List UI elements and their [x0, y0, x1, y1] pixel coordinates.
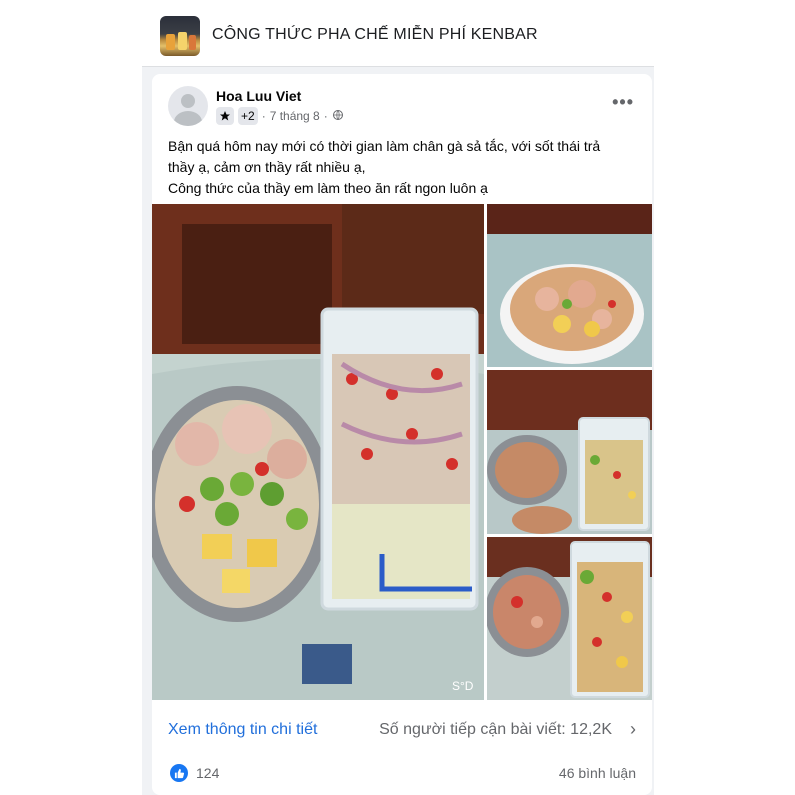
- details-link[interactable]: Xem thông tin chi tiết: [168, 721, 317, 739]
- post-text-line: thầy ạ, cảm ơn thầy rất nhiều ạ,: [168, 159, 366, 175]
- like-icon[interactable]: [170, 764, 188, 782]
- post-text-line: Công thức của thầy em làm theo ăn rất ng…: [168, 180, 488, 196]
- photo-thumb-1[interactable]: [487, 204, 652, 367]
- separator: ·: [323, 109, 328, 123]
- reactions-row: 124 46 bình luận: [152, 760, 652, 790]
- feed-frame: CÔNG THỨC PHA CHẾ MIỄN PHÍ KENBAR Hoa Lu…: [142, 6, 654, 795]
- post-text-line: Bận quá hôm nay mới có thời gian làm châ…: [168, 138, 601, 154]
- post-meta: +2 · 7 tháng 8 ·: [216, 106, 344, 126]
- like-count[interactable]: 124: [196, 765, 219, 781]
- insights-row: Xem thông tin chi tiết Số người tiếp cận…: [152, 710, 652, 750]
- comment-count[interactable]: 46 bình luận: [559, 765, 636, 781]
- separator: ·: [261, 109, 266, 123]
- photo-main[interactable]: S°D: [152, 204, 484, 700]
- star-icon[interactable]: [216, 107, 234, 125]
- avatar[interactable]: [168, 86, 208, 126]
- group-thumbnail[interactable]: [160, 16, 200, 56]
- photo-grid: S°D: [152, 204, 652, 704]
- globe-icon: [332, 109, 344, 124]
- badge-extra[interactable]: +2: [238, 107, 258, 125]
- post-text: Bận quá hôm nay mới có thời gian làm châ…: [168, 136, 638, 199]
- more-icon[interactable]: •••: [612, 92, 634, 113]
- photo-thumb-2[interactable]: [487, 370, 652, 534]
- author-name[interactable]: Hoa Luu Viet: [216, 88, 301, 104]
- chevron-right-icon[interactable]: ›: [630, 719, 636, 740]
- post-time[interactable]: 7 tháng 8: [270, 109, 320, 123]
- photo-thumb-3[interactable]: [487, 537, 652, 700]
- group-header: CÔNG THỨC PHA CHẾ MIỄN PHÍ KENBAR: [142, 6, 654, 67]
- photo-watermark: S°D: [452, 679, 474, 693]
- reach-stat[interactable]: Số người tiếp cận bài viết: 12,2K: [379, 721, 612, 739]
- group-name[interactable]: CÔNG THỨC PHA CHẾ MIỄN PHÍ KENBAR: [212, 26, 538, 44]
- post-card: Hoa Luu Viet +2 · 7 tháng 8 · ••• Bận qu…: [152, 74, 652, 795]
